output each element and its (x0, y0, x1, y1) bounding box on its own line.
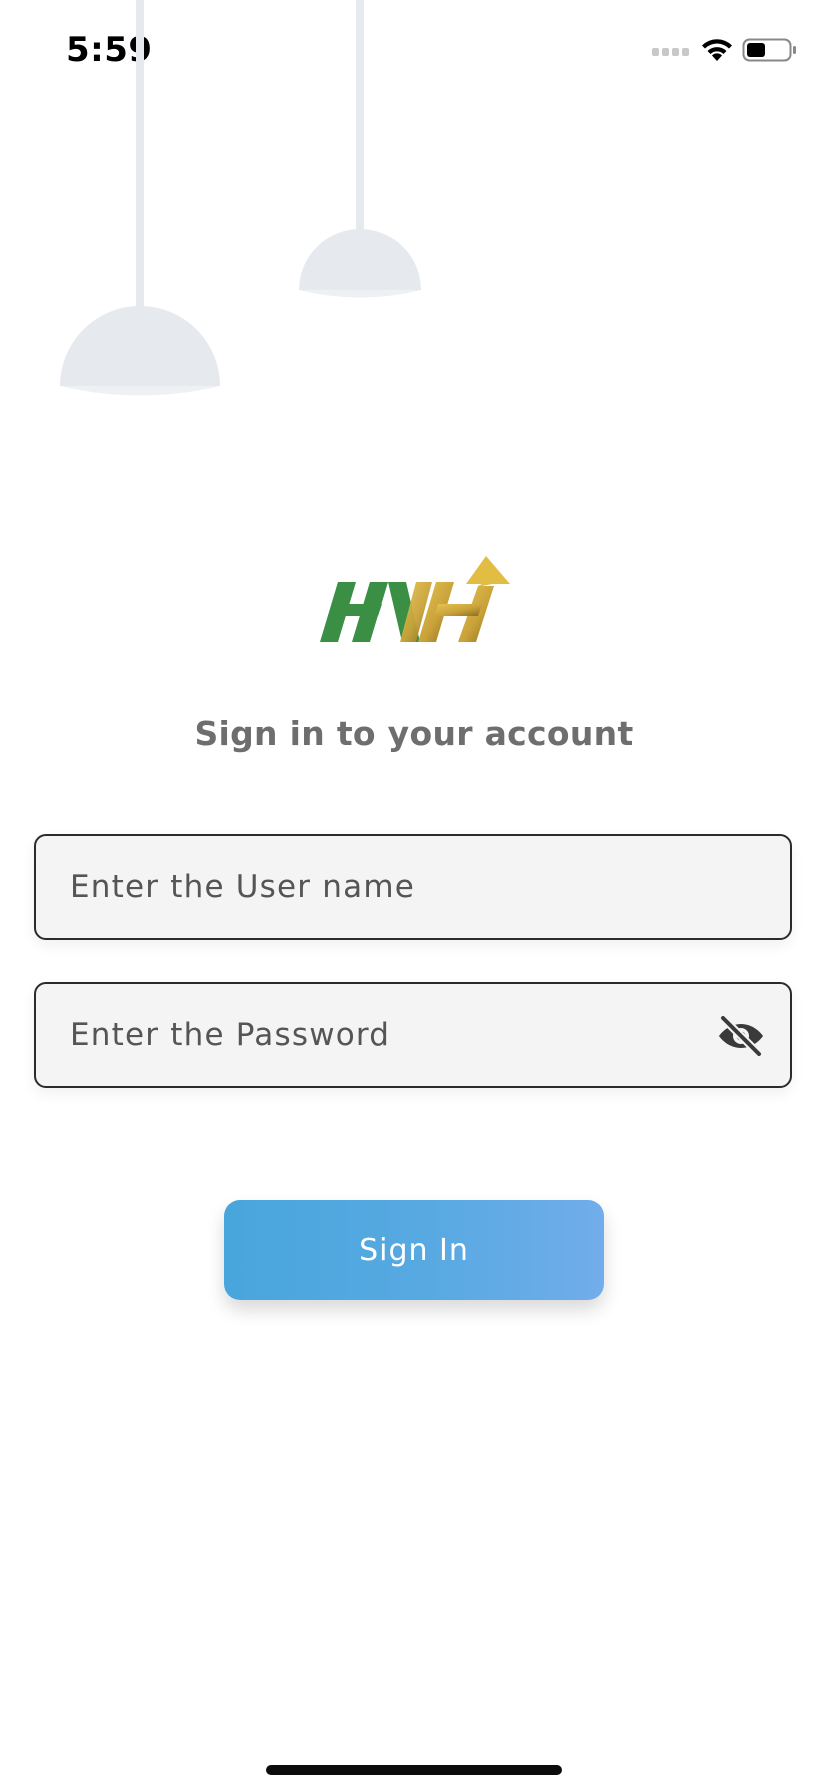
logo-letter-h-green (320, 582, 388, 642)
logo-letter-h-gold (418, 556, 510, 642)
password-visibility-toggle[interactable] (716, 1011, 766, 1061)
lamp-right (299, 0, 421, 298)
lamp-left (60, 0, 220, 396)
password-input[interactable] (36, 984, 790, 1086)
hanging-lamps-illustration (60, 0, 421, 396)
signin-button[interactable]: Sign In (224, 1200, 604, 1300)
eye-off-icon (719, 1016, 763, 1056)
username-field[interactable] (34, 834, 792, 940)
signin-heading: Sign in to your account (194, 714, 634, 753)
username-input[interactable] (36, 836, 790, 938)
password-field[interactable] (34, 982, 792, 1088)
hnh-logo (320, 556, 510, 642)
home-indicator[interactable] (266, 1765, 562, 1775)
